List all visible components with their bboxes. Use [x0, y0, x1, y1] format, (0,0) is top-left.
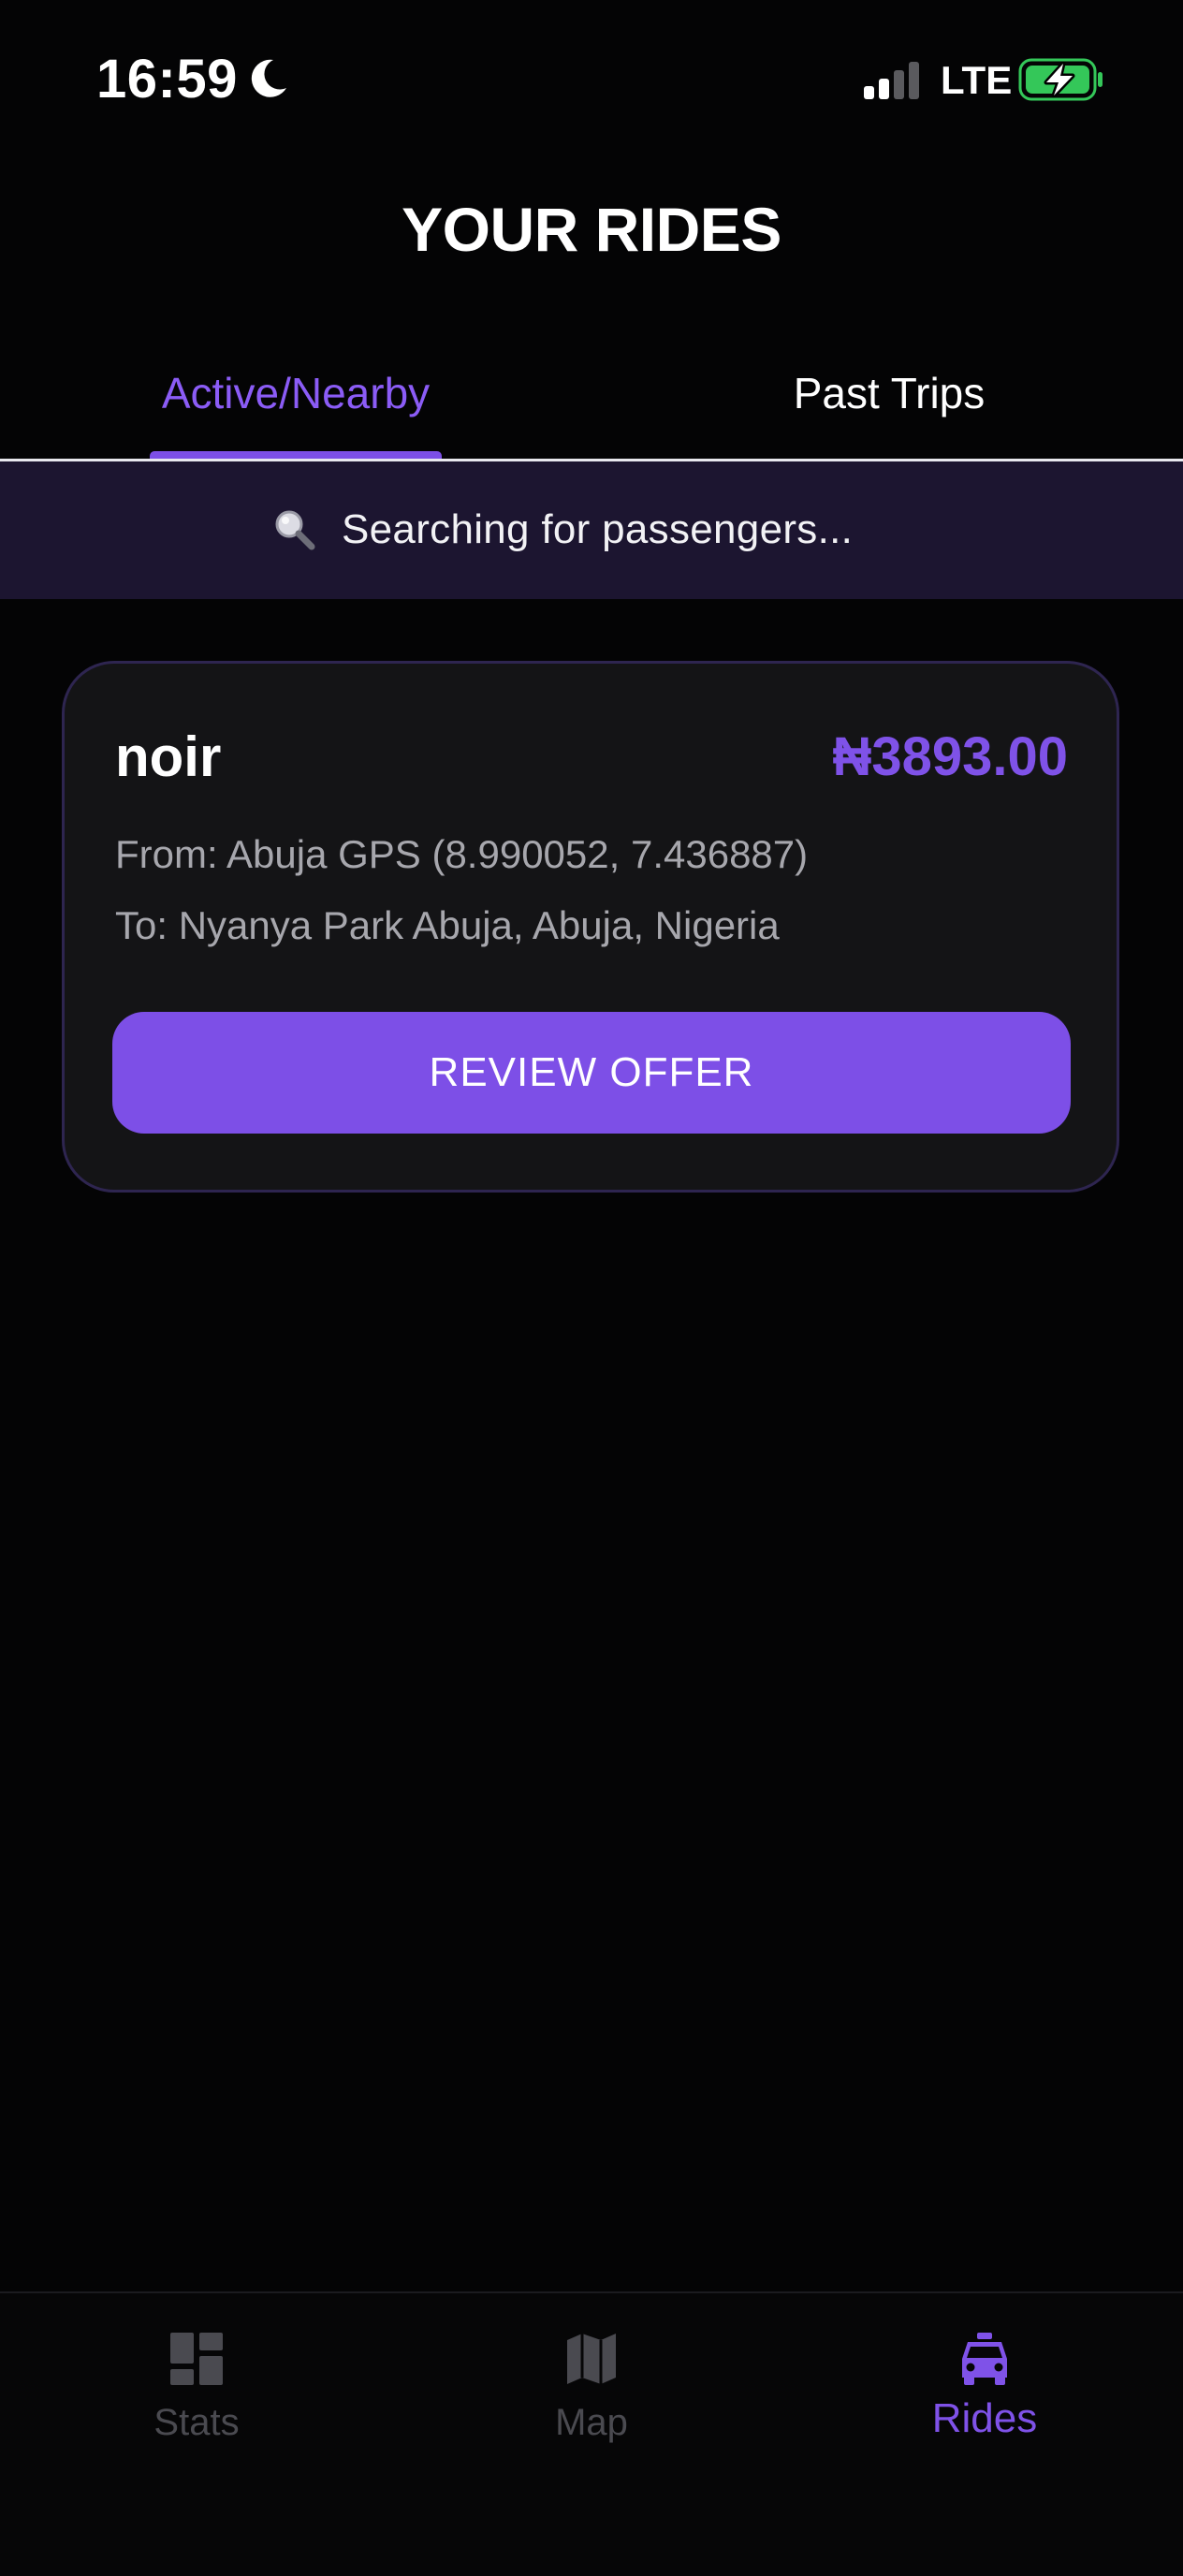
- review-offer-button[interactable]: REVIEW OFFER: [112, 1012, 1071, 1134]
- search-status-banner: Searching for passengers...: [0, 461, 1183, 599]
- dashboard-grid-icon: [170, 2333, 223, 2385]
- tab-active-nearby[interactable]: Active/Nearby: [112, 356, 479, 431]
- rides-screen: 16:59 LTE YOUR RIDES Active/Nearby Past …: [0, 0, 1183, 2576]
- ride-offer-card: noir ₦3893.00 From: Abuja GPS (8.990052,…: [62, 661, 1119, 1193]
- magnifying-glass-icon: [275, 510, 315, 550]
- taxi-icon: [962, 2333, 1007, 2385]
- rider-name: noir: [115, 725, 222, 788]
- nav-item-map[interactable]: Map: [479, 2327, 704, 2496]
- nav-label-map: Map: [555, 2402, 628, 2443]
- network-label: LTE: [941, 58, 1013, 102]
- page-title: YOUR RIDES: [402, 195, 781, 264]
- search-status-text: Searching for passengers...: [342, 506, 854, 552]
- status-bar: 16:59 LTE: [0, 0, 1183, 159]
- tab-past-trips[interactable]: Past Trips: [702, 356, 1076, 431]
- pickup-location: From: Abuja GPS (8.990052, 7.436887): [115, 832, 809, 876]
- battery-charging-icon: [1018, 58, 1103, 101]
- nav-item-rides[interactable]: Rides: [872, 2327, 1097, 2496]
- moon-icon: [251, 59, 286, 97]
- bottom-nav: Stats Map Rides: [0, 2291, 1183, 2576]
- status-time: 16:59: [96, 49, 238, 110]
- folded-map-icon: [567, 2334, 616, 2384]
- nav-item-stats[interactable]: Stats: [84, 2327, 309, 2496]
- dropoff-location: To: Nyanya Park Abuja, Abuja, Nigeria: [115, 903, 780, 947]
- nav-label-rides: Rides: [931, 2395, 1038, 2441]
- nav-label-stats: Stats: [153, 2402, 240, 2443]
- signal-icon: [864, 62, 919, 99]
- ride-tabs: Active/Nearby Past Trips: [0, 337, 1183, 461]
- ride-price: ₦3893.00: [832, 726, 1068, 787]
